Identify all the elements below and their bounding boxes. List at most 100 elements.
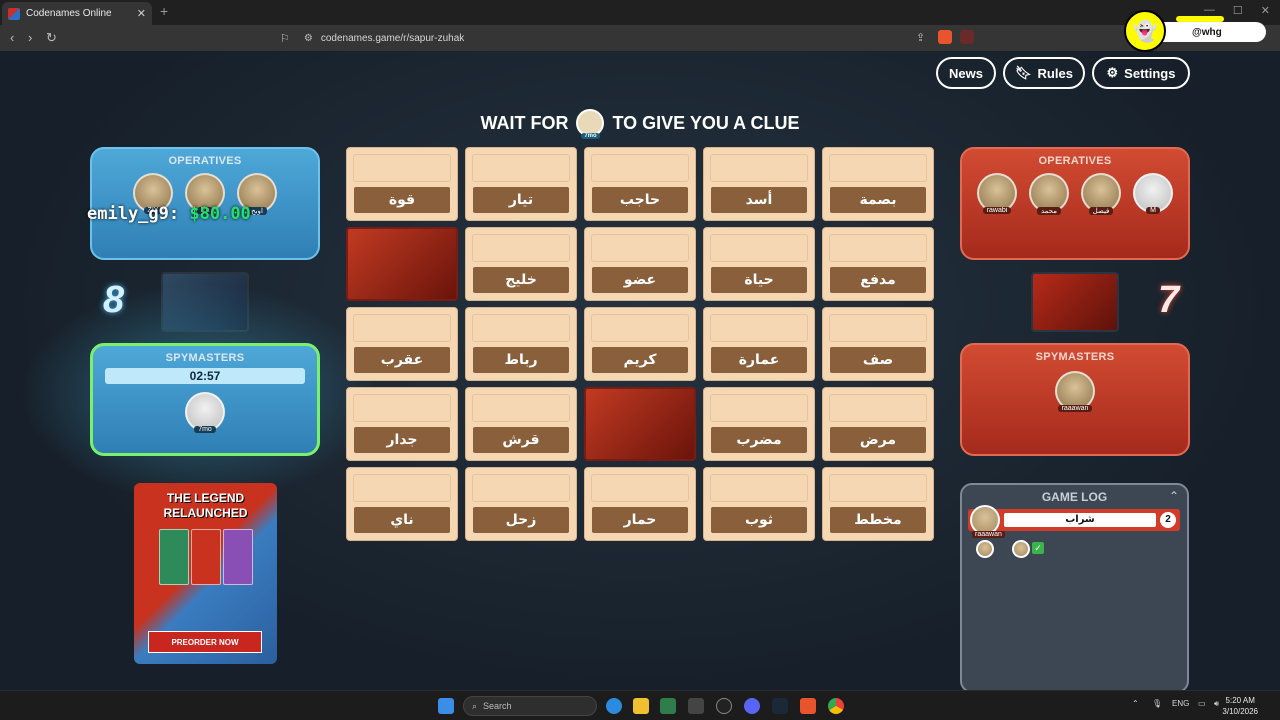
word-card[interactable]: حياة xyxy=(703,227,815,301)
product-box xyxy=(222,529,253,585)
card-word: بصمة xyxy=(830,187,926,213)
rules-button[interactable]: 🔖︎ Rules xyxy=(1003,57,1085,89)
brave-icon[interactable] xyxy=(800,698,816,714)
card-face xyxy=(353,154,451,182)
word-card[interactable]: ناي xyxy=(346,467,458,541)
chevron-up-icon[interactable]: ⌃ xyxy=(1132,699,1139,708)
close-window-button[interactable]: ✕ xyxy=(1261,4,1270,17)
bookmark-icon[interactable]: ⚐ xyxy=(280,32,290,45)
windows-start-icon[interactable] xyxy=(438,698,454,714)
player-avatar[interactable]: فيصل xyxy=(1079,173,1123,215)
url-text: codenames.game/r/sapur-zuhak xyxy=(320,32,465,44)
word-card[interactable]: خليج xyxy=(465,227,577,301)
extension-icon[interactable] xyxy=(960,30,974,44)
search-icon: ⌕ xyxy=(472,700,478,711)
word-card[interactable]: حمار xyxy=(584,467,696,541)
player-name: فيصل xyxy=(1088,207,1114,215)
site-info-icon[interactable]: ⚙ xyxy=(304,33,313,44)
card-word: حمار xyxy=(592,507,688,533)
game-area: News 🔖︎ Rules ⚙ Settings WAIT FOR 7mo TO… xyxy=(0,51,1280,690)
language-indicator[interactable]: ENG xyxy=(1172,699,1189,708)
preorder-button[interactable]: PREORDER NOW xyxy=(148,631,262,653)
red-spymasters-panel: SPYMASTERS raaawan xyxy=(960,343,1190,456)
url-field[interactable]: ⚐ ⚙ codenames.game/r/sapur-zuhak xyxy=(280,28,980,48)
player-avatar[interactable]: 7mo xyxy=(183,392,227,433)
file-explorer-icon[interactable] xyxy=(633,698,649,714)
share-icon[interactable]: ⇪ xyxy=(916,31,925,44)
promo-banner[interactable]: THE LEGEND RELAUNCHED PREORDER NOW xyxy=(134,483,277,664)
browser-tab[interactable]: Codenames Online ✕ xyxy=(2,2,152,25)
card-word: مرض xyxy=(830,427,926,453)
spymaster-avatar-tag: 7mo xyxy=(581,133,600,139)
word-card[interactable]: بصمة xyxy=(822,147,934,221)
word-card[interactable]: زحل xyxy=(465,467,577,541)
word-card[interactable]: قوة xyxy=(346,147,458,221)
player-avatar[interactable]: محمد xyxy=(1027,173,1071,215)
card-word: عضو xyxy=(592,267,688,293)
word-card[interactable]: رباط xyxy=(465,307,577,381)
word-card[interactable]: مخطط xyxy=(822,467,934,541)
discord-icon[interactable] xyxy=(744,698,760,714)
clock-date: 3/10/2026 xyxy=(1222,707,1258,716)
settings-button[interactable]: ⚙ Settings xyxy=(1092,57,1190,89)
system-clock[interactable]: 5:20 AM 3/10/2026 xyxy=(1222,695,1258,717)
word-card[interactable]: تيار xyxy=(465,147,577,221)
word-card[interactable]: جدار xyxy=(346,387,458,461)
revealed-red-agent-card xyxy=(584,387,696,461)
chevron-up-icon[interactable]: ⌃ xyxy=(1169,489,1179,503)
edge-icon[interactable] xyxy=(606,698,622,714)
word-card[interactable]: قرش xyxy=(465,387,577,461)
excel-icon[interactable] xyxy=(660,698,676,714)
checkmark-icon: ✓ xyxy=(1032,542,1044,554)
blue-spymasters-title: SPYMASTERS xyxy=(165,352,245,364)
card-word: جدار xyxy=(354,427,450,453)
new-tab-button[interactable]: + xyxy=(160,3,168,19)
card-face xyxy=(472,394,570,422)
obs-icon[interactable] xyxy=(716,698,732,714)
maximize-button[interactable]: ☐ xyxy=(1233,4,1243,17)
card-word: زحل xyxy=(473,507,569,533)
terminal-icon[interactable] xyxy=(688,698,704,714)
reload-icon[interactable]: ↻ xyxy=(46,30,57,46)
word-card[interactable]: صف xyxy=(822,307,934,381)
clue-number: 2 xyxy=(1160,512,1176,528)
word-card[interactable]: مرض xyxy=(822,387,934,461)
settings-label: Settings xyxy=(1124,65,1176,81)
card-face xyxy=(472,154,570,182)
log-guess-avatar xyxy=(976,540,994,558)
back-arrow-icon[interactable]: ‹ xyxy=(10,30,14,45)
player-avatar[interactable]: raaawan xyxy=(1053,371,1097,412)
close-tab-icon[interactable]: ✕ xyxy=(137,7,146,20)
card-word: قرش xyxy=(473,427,569,453)
forward-arrow-icon[interactable]: › xyxy=(28,30,32,45)
taskbar-search[interactable]: ⌕ Search xyxy=(463,696,597,716)
chrome-icon[interactable] xyxy=(828,698,844,714)
steam-icon[interactable] xyxy=(772,698,788,714)
red-agent-card xyxy=(1031,272,1119,332)
card-word: ثوب xyxy=(711,507,807,533)
card-face xyxy=(591,234,689,262)
search-label: Search xyxy=(483,701,512,711)
network-icon[interactable]: ▭ xyxy=(1198,699,1206,708)
brave-shield-icon[interactable] xyxy=(938,30,952,44)
word-card[interactable]: أسد xyxy=(703,147,815,221)
gear-icon: ⚙ xyxy=(1106,65,1119,80)
card-face xyxy=(710,474,808,502)
word-card[interactable]: ثوب xyxy=(703,467,815,541)
player-avatar[interactable]: rawabi xyxy=(975,173,1019,215)
player-name: raaawan xyxy=(1057,405,1093,412)
microphone-icon[interactable]: 🎙︎ xyxy=(1152,699,1162,708)
word-card[interactable]: كريم xyxy=(584,307,696,381)
address-bar: ‹ › ↻ ⚐ ⚙ codenames.game/r/sapur-zuhak xyxy=(0,25,1280,51)
word-card[interactable]: عقرب xyxy=(346,307,458,381)
volume-icon[interactable]: 🔊︎ xyxy=(1214,699,1219,709)
word-card[interactable]: عمارة xyxy=(703,307,815,381)
card-face xyxy=(829,474,927,502)
player-avatar[interactable]: M xyxy=(1131,173,1175,215)
word-card[interactable]: عضو xyxy=(584,227,696,301)
news-button[interactable]: News xyxy=(936,57,996,89)
card-face xyxy=(472,474,570,502)
word-card[interactable]: حاجب xyxy=(584,147,696,221)
word-card[interactable]: مضرب xyxy=(703,387,815,461)
word-card[interactable]: مدفع xyxy=(822,227,934,301)
